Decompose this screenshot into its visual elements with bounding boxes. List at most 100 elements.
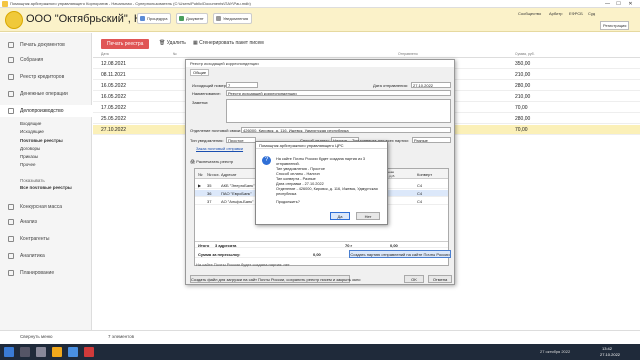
col-number[interactable]: №: [173, 52, 177, 56]
court-link[interactable]: Суд: [588, 11, 595, 16]
col-date[interactable]: Дата: [101, 52, 109, 56]
community-link[interactable]: Сообщество: [518, 11, 541, 16]
message-line: Способ оплаты - Наличн: [276, 172, 320, 176]
create-party-button[interactable]: Создать партию отправлений на сайте Почт…: [349, 250, 451, 258]
taskbar: 27 октября 2022 13:42 27.10.2022: [0, 344, 640, 360]
message-question: Продолжить?: [276, 200, 300, 204]
col-sent[interactable]: Отправлено: [398, 52, 418, 56]
sidebar-item-print[interactable]: Печать документов: [0, 39, 92, 51]
date-field[interactable]: 27.10.2022: [411, 82, 451, 88]
message-line: На сайте Почты России будет создана парт…: [276, 157, 366, 161]
tab-general[interactable]: Общие: [190, 69, 210, 76]
window-titlebar: Помощник арбитражного управляющего Корпо…: [0, 0, 640, 8]
show-label: Показывать: [20, 178, 45, 183]
task-view-icon[interactable]: [36, 347, 46, 357]
sidebar-item-estate[interactable]: Конкурсная масса: [0, 201, 92, 213]
messagebox-title: Помощник арбитражного управляющего ЦРС: [256, 142, 387, 149]
message-line: отправлений.: [276, 162, 300, 166]
estate-icon: [8, 204, 14, 210]
procedure-button[interactable]: Процедура: [137, 13, 172, 24]
note-field[interactable]: [226, 99, 451, 123]
money-icon: [8, 91, 14, 97]
explorer-icon[interactable]: [52, 347, 62, 357]
printer-icon: 🖨: [190, 159, 196, 164]
office-select[interactable]: 426000, Кировск, д. 116, Ижевск, Удмуртс…: [241, 127, 451, 133]
status-footer: Свернуть меню 7 элементов: [0, 330, 640, 344]
bell-icon: [216, 16, 221, 21]
registration-button[interactable]: Регистрация: [600, 21, 630, 30]
notif-select[interactable]: Простое: [226, 137, 256, 143]
party-note: На сайте Почты России будет создана парт…: [196, 262, 290, 267]
efrsb-link[interactable]: ЕФРСБ: [569, 11, 583, 16]
ok-button[interactable]: OK: [404, 275, 424, 283]
sidebar-item-creditors[interactable]: Реестр кредиторов: [0, 71, 92, 83]
generate-icon: ▦: [193, 40, 198, 46]
envelope-select[interactable]: Разные: [412, 137, 451, 143]
yes-button[interactable]: Да: [330, 212, 350, 220]
analytics-icon: [8, 253, 14, 259]
print-registry-button[interactable]: Печать реестра: [101, 39, 150, 49]
outnum-field[interactable]: 7: [226, 82, 258, 88]
sidebar-item-analytics[interactable]: Аналитика: [0, 250, 92, 262]
date-label: Дата отправления:: [373, 83, 408, 88]
show-filter[interactable]: Все почтовые реестры: [20, 185, 72, 190]
sidebar-item-contractors[interactable]: Контрагенты: [0, 233, 92, 245]
sidebar-sub-outgoing[interactable]: Исходящие: [20, 129, 44, 134]
message-line: Дата отправки - 27.10.2022: [276, 182, 324, 186]
planning-icon: [8, 270, 14, 276]
collapse-menu-button[interactable]: Свернуть меню: [20, 334, 52, 339]
sidebar-item-meetings[interactable]: Собрания: [0, 54, 92, 66]
clock-time: 13:42: [602, 346, 613, 351]
window-title: Помощник арбитражного управляющего Корпо…: [10, 1, 251, 6]
name-label: Наименование:: [192, 91, 221, 96]
sidebar-item-office[interactable]: Делопроизводство: [0, 105, 92, 117]
app-header: ООО "Октябрьский", КП Процедура Документ…: [0, 8, 640, 32]
arbitr-link[interactable]: Арбитр: [549, 11, 562, 16]
sidebar-sub-contracts[interactable]: Договоры: [20, 146, 40, 151]
folder-icon: [8, 108, 14, 114]
order-link[interactable]: Заказ почтовый отправки: [196, 146, 243, 151]
sidebar-sub-orders[interactable]: Приказы: [20, 154, 38, 159]
no-button[interactable]: Нет: [356, 212, 380, 220]
sidebar-item-planning[interactable]: Планирование: [0, 267, 92, 279]
sidebar-sub-incoming[interactable]: Входящие: [20, 121, 41, 126]
sidebar-sub-postal[interactable]: Почтовые реестры: [20, 138, 63, 143]
print-registry-link[interactable]: 🖨 Распечатать реестр: [190, 159, 233, 164]
cancel-button[interactable]: Отмена: [428, 275, 452, 283]
analysis-icon: [8, 219, 14, 225]
delete-button[interactable]: 🗑 Удалить: [159, 40, 186, 46]
company-logo-icon: [5, 11, 23, 29]
sidebar-item-analysis[interactable]: Анализ: [0, 216, 92, 228]
col-envelope: Конверт: [417, 172, 433, 177]
edge-icon[interactable]: [68, 347, 78, 357]
office-label: Отделение почтовой связи:: [190, 128, 242, 133]
search-icon[interactable]: [20, 347, 30, 357]
notifications-button[interactable]: Уведомления: [213, 13, 253, 24]
name-field[interactable]: Реестр исходящей корреспонденции: [226, 90, 451, 96]
question-icon: ?: [262, 156, 271, 165]
sidebar-sub-other[interactable]: Прочее: [20, 162, 36, 167]
registry-icon: [8, 74, 14, 80]
generate-letters-button[interactable]: ▦ Сгенерировать пакет писем: [193, 40, 264, 46]
confirm-messagebox: Помощник арбитражного управляющего ЦРС ?…: [255, 141, 388, 225]
start-icon[interactable]: [4, 347, 14, 357]
message-line: Тип конверта - Разные: [276, 177, 316, 181]
clock-date: 27.10.2022: [600, 352, 621, 357]
col-addressee: Адресат: [221, 172, 237, 177]
pau-app-icon[interactable]: [84, 347, 94, 357]
printer-icon: [8, 42, 14, 48]
maximize-button[interactable]: ☐: [614, 0, 623, 7]
document-button[interactable]: Документ: [176, 13, 208, 24]
col-sum[interactable]: Сумма, руб.: [515, 52, 535, 56]
minimize-button[interactable]: —: [603, 0, 612, 7]
sidebar-item-money[interactable]: Денежные операции: [0, 88, 92, 100]
message-line: Тип уведомления - Простое: [276, 167, 325, 171]
note-label: Заметки:: [192, 100, 209, 105]
weather-text: 27 октября 2022: [540, 349, 571, 354]
trash-icon: 🗑: [159, 40, 166, 46]
message-line: республика: [276, 192, 297, 196]
close-window-button[interactable]: ✕: [626, 0, 635, 7]
message-line: Отделение - 426000, Кировск, д. 116, Иже…: [276, 187, 378, 191]
create-file-button[interactable]: Создать файл для загрузки на сайт Почты …: [190, 275, 361, 283]
notif-label: Тип уведомления:: [190, 138, 224, 143]
